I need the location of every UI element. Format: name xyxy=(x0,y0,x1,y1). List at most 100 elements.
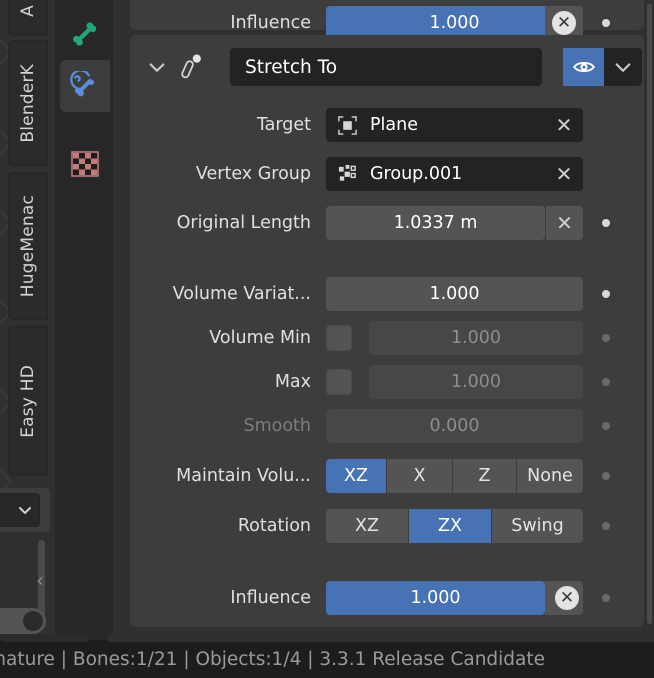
bone-icon xyxy=(73,22,97,46)
smooth-label: Smooth xyxy=(243,416,311,436)
toggle-switch[interactable] xyxy=(0,608,46,634)
expand-collapse-button[interactable] xyxy=(144,54,170,80)
constraint-extras-dropdown[interactable] xyxy=(604,48,642,86)
volume-min-value: 1.000 xyxy=(450,328,502,348)
maintain-volume-row: Maintain Volu... XZ X Z None xyxy=(130,459,644,493)
checker-material-icon xyxy=(71,151,99,177)
constraint-visibility-toggle[interactable] xyxy=(563,48,604,86)
maintain-volume-label: Maintain Volu... xyxy=(176,466,311,486)
smooth-value: 0.000 xyxy=(429,416,480,436)
sidebar-tab-hugemenac[interactable]: HugeMenac xyxy=(8,172,48,320)
blender-window: A BlenderK HugeMenac Easy HD ‹ Influence… xyxy=(0,0,654,678)
status-bar: mature | Bones:1/21 | Objects:1/4 | 3.3.… xyxy=(0,634,654,678)
rotation-segmented-control: XZ ZX Swing xyxy=(326,509,583,543)
properties-editor: Influence 1.000 ✕ Stretch To Target Plan… xyxy=(113,0,654,640)
properties-scrollbar[interactable] xyxy=(647,4,652,624)
animate-influence-button[interactable]: ✕ xyxy=(545,581,583,615)
original-length-value: 1.0337 m xyxy=(393,213,478,233)
previous-constraint-panel: Influence 1.000 ✕ xyxy=(130,0,644,40)
chevron-down-icon xyxy=(149,63,165,72)
influence-slider[interactable]: 1.000 xyxy=(326,581,545,615)
vertex-group-icon xyxy=(337,164,358,185)
volume-max-checkbox[interactable] xyxy=(326,369,352,395)
original-length-row: Original Length 1.0337 m ✕ xyxy=(130,206,644,240)
clear-vertex-group-button[interactable]: ✕ xyxy=(545,157,583,191)
constraint-name: Stretch To xyxy=(245,56,338,78)
rotation-label: Rotation xyxy=(237,516,311,536)
volume-variation-field[interactable]: 1.000 xyxy=(326,277,583,311)
influence-value: 1.000 xyxy=(410,588,461,608)
chevron-down-icon xyxy=(19,507,31,514)
maintain-volume-option-x[interactable]: X xyxy=(387,459,453,493)
smooth-row: Smooth 0.000 xyxy=(130,409,644,443)
sidebar-tab-label: A xyxy=(18,5,38,17)
decorate-dot[interactable] xyxy=(595,409,617,443)
decorate-dot[interactable] xyxy=(595,365,617,399)
maintain-volume-option-z[interactable]: Z xyxy=(453,459,517,493)
bone-constraint-properties-tab[interactable] xyxy=(60,60,110,112)
status-bar-nub xyxy=(0,634,90,642)
editor-right-gutter xyxy=(644,0,654,640)
mesh-data-icon xyxy=(337,115,358,136)
animate-property-x-icon: ✕ xyxy=(555,586,579,610)
original-length-label: Original Length xyxy=(176,213,311,233)
volume-min-label: Volume Min xyxy=(209,328,311,348)
decorate-dot[interactable] xyxy=(595,509,617,543)
sidebar-tab-label: HugeMenac xyxy=(18,194,38,298)
clear-target-button[interactable]: ✕ xyxy=(545,108,583,142)
reset-original-length-button[interactable]: ✕ xyxy=(545,206,583,240)
vertex-group-name: Group.001 xyxy=(370,164,463,184)
volume-min-field[interactable]: 1.000 xyxy=(369,321,583,355)
influence-label: Influence xyxy=(230,588,311,608)
stretch-to-constraint-icon xyxy=(181,54,201,79)
decorate-dot[interactable] xyxy=(595,277,617,311)
vertex-group-label: Vertex Group xyxy=(195,164,311,184)
volume-max-label: Max xyxy=(274,372,311,392)
sidebar-tab-label: BlenderK xyxy=(18,63,38,143)
editor-type-dropdown[interactable] xyxy=(0,488,50,532)
rotation-option-xz[interactable]: XZ xyxy=(326,509,409,543)
volume-variation-row: Volume Variat... 1.000 xyxy=(130,277,644,311)
decorate-dot[interactable] xyxy=(595,321,617,355)
maintain-volume-segmented-control: XZ X Z None xyxy=(326,459,583,493)
chevron-down-icon xyxy=(615,63,631,72)
toggle-knob xyxy=(23,611,43,631)
rotation-row: Rotation XZ ZX Swing xyxy=(130,509,644,543)
volume-max-field[interactable]: 1.000 xyxy=(369,365,583,399)
bone-properties-tab[interactable] xyxy=(60,8,110,60)
material-properties-tab[interactable] xyxy=(60,138,110,190)
vertex-group-row: Vertex Group Group.001 ✕ xyxy=(130,157,644,191)
bone-constraint-icon xyxy=(70,71,94,97)
rotation-option-zx[interactable]: ZX xyxy=(409,509,492,543)
constraint-name-field[interactable]: Stretch To xyxy=(230,48,542,86)
workspace-tab-strip: A BlenderK HugeMenac Easy HD ‹ xyxy=(0,0,55,640)
sidebar-tab-easyhd[interactable]: Easy HD xyxy=(8,326,48,476)
maintain-volume-option-xz[interactable]: XZ xyxy=(326,459,387,493)
smooth-field[interactable]: 0.000 xyxy=(326,409,583,443)
target-label: Target xyxy=(256,115,311,135)
volume-min-row: Volume Min 1.000 xyxy=(130,321,644,355)
influence-row: Influence 1.000 ✕ xyxy=(130,581,644,615)
decorate-dot[interactable] xyxy=(595,581,617,615)
sidebar-tab-a[interactable]: A xyxy=(8,0,48,36)
property-tab-column xyxy=(55,0,113,640)
eye-icon xyxy=(572,62,595,72)
animate-property-x-icon: ✕ xyxy=(552,11,576,35)
decorate-dot[interactable] xyxy=(595,206,617,240)
status-bar-text: mature | Bones:1/21 | Objects:1/4 | 3.3.… xyxy=(0,648,546,670)
maintain-volume-option-none[interactable]: None xyxy=(517,459,583,493)
target-row: Target Plane ✕ xyxy=(130,108,644,142)
original-length-field[interactable]: 1.0337 m xyxy=(326,206,545,240)
sidebar-tab-blenderk[interactable]: BlenderK xyxy=(8,40,48,166)
chevron-left-icon[interactable]: ‹ xyxy=(36,568,44,592)
rotation-option-swing[interactable]: Swing xyxy=(492,509,583,543)
sidebar-tab-label: Easy HD xyxy=(18,364,38,438)
volume-max-row: Max 1.000 xyxy=(130,365,644,399)
decorate-dot[interactable] xyxy=(595,459,617,493)
volume-min-checkbox[interactable] xyxy=(326,325,352,351)
volume-variation-value: 1.000 xyxy=(429,284,480,304)
constraint-header: Stretch To xyxy=(130,48,644,88)
volume-variation-label: Volume Variat... xyxy=(172,284,311,304)
volume-max-value: 1.000 xyxy=(450,372,502,392)
stretch-to-constraint-icon-button xyxy=(176,51,206,83)
